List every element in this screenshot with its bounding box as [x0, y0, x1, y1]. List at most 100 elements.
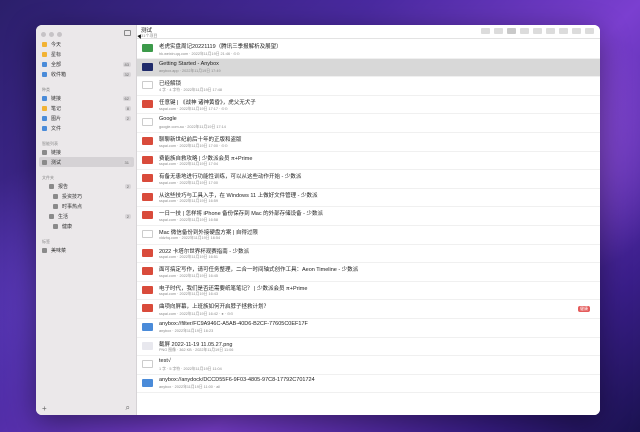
- item-meta: sspai.com · 2022年11月19日 17:04: [159, 162, 219, 167]
- favicon-icon: [142, 118, 153, 127]
- item-meta: anybox · 2022年11月19日 16:23: [159, 329, 214, 334]
- sidebar-item[interactable]: 美味菜: [39, 245, 134, 255]
- favicon-icon: [142, 267, 153, 276]
- grid-view-icon[interactable]: [520, 28, 529, 34]
- favicon-icon: [142, 360, 153, 369]
- item-count-badge: 83: [122, 61, 131, 67]
- item-count: 31个项目: [141, 32, 158, 38]
- item-title: 有备无患地进行功能性训练，可以从这些动作开始 - 少数派: [159, 174, 302, 181]
- minimize-button[interactable]: [49, 32, 54, 37]
- item-title: Google: [159, 116, 177, 123]
- add-button[interactable]: +: [42, 404, 47, 413]
- item-title: anybox://anydock/DCCD55F6-9F03-4805-97C8…: [159, 376, 315, 383]
- sidebar-item[interactable]: 全部 83: [39, 59, 134, 69]
- favicon-icon: [142, 285, 153, 294]
- list-item[interactable]: Google google.com.au · 2022年11月19日 17:14: [137, 114, 600, 133]
- item-list: 老虎实盘周记20221119（腾讯三季报解析及展望） hk.weixin.qq.c…: [137, 40, 600, 415]
- item-meta: sspai.com · 2022年11月19日 16:43: [159, 292, 219, 297]
- tag-icon[interactable]: [481, 28, 490, 34]
- favicon-icon: [142, 248, 153, 257]
- sidebar-item-label: 生活: [58, 213, 69, 220]
- sidebar-item[interactable]: 测试 31: [39, 157, 134, 167]
- main-pane: 测试 31个项目 老虎实盘周记20221119（腾讯三季报解析及展望） hk.we…: [137, 25, 600, 415]
- sidebar-item[interactable]: 报告 2: [39, 181, 134, 191]
- list-item[interactable]: 2022 卡塔尔世界杯观赛指南 - 少数派 sspai.com · 2022年11…: [137, 245, 600, 264]
- item-title: 聊聊新世纪前后十年的正版和盗版: [159, 136, 242, 143]
- item-meta: hk.weixin.qq.com · 2022年11月19日 21:46 · ⊙…: [159, 51, 240, 56]
- sidebar-item[interactable]: 投资技巧: [39, 191, 134, 201]
- tray-icon: [42, 61, 47, 67]
- sidebar-item[interactable]: 生活 2: [39, 211, 134, 221]
- list-item[interactable]: 面可搞定写作，请可任务整理，二合一时间轴式创作工具：Aeon Timeline …: [137, 263, 600, 282]
- sidebar-item-label: 今天: [51, 41, 62, 48]
- window-controls: [41, 32, 62, 37]
- tag-badge[interactable]: 健康: [578, 306, 590, 313]
- list-item[interactable]: 费能族自救攻略 | 少数派会员 π+Prime sspai.com · 2022年…: [137, 152, 600, 171]
- sidebar-item-label: 测试: [51, 159, 62, 166]
- more-icon[interactable]: [585, 28, 594, 34]
- item-count-badge: 32: [122, 71, 131, 77]
- filter-icon[interactable]: [494, 28, 503, 34]
- sidebar-item[interactable]: 星标: [39, 49, 134, 59]
- item-meta: sspai.com · 2022年11月19日 16:42 · ● · ⊙⊙: [159, 311, 234, 316]
- sort-icon[interactable]: [546, 28, 555, 34]
- list-item[interactable]: 一日一技 | 怎样将 iPhone 备份保存到 Mac 的外部存储设备 - 少数…: [137, 207, 600, 226]
- sidebar-item[interactable]: 笔记 8: [39, 103, 134, 113]
- item-title: 老虎实盘周记20221119（腾讯三季报解析及展望）: [159, 44, 282, 50]
- list-item[interactable]: 聊聊新世纪前后十年的正版和盗版 sspai.com · 2022年11月19日 1…: [137, 133, 600, 152]
- link-icon[interactable]: [572, 28, 581, 34]
- sidebar-item[interactable]: 收件箱 32: [39, 69, 134, 79]
- list-item[interactable]: 从这些技巧与工具入手，在 Windows 11 上做好文件管理 - 少数派 ssp…: [137, 189, 600, 208]
- list-item[interactable]: 已经解锁 4 字 · 4 字符 · 2022年11月19日 17:48: [137, 77, 600, 96]
- sidebar-item-label: 投资技巧: [62, 193, 83, 200]
- item-title: 从这些技巧与工具入手，在 Windows 11 上做好文件管理 - 少数派: [159, 192, 318, 199]
- list-view-icon[interactable]: [507, 28, 516, 34]
- sun-icon: [42, 41, 47, 47]
- list-item[interactable]: anybox://filter/FC9A946C-A5AB-40D6-B2CF-…: [137, 319, 600, 338]
- sidebar-item[interactable]: 链接 62: [39, 93, 134, 103]
- folder-icon: [49, 183, 54, 189]
- sidebar-item[interactable]: 今天: [39, 39, 134, 49]
- zoom-button[interactable]: [57, 32, 62, 37]
- list-item[interactable]: Mac 微信备份到外接硬盘方案 | 自得过限 xldzhq.com · 2022年…: [137, 226, 600, 245]
- item-meta: sspai.com · 2022年11月19日 16:59: [159, 199, 219, 204]
- favicon-icon: [142, 44, 153, 52]
- item-meta: xldzhq.com · 2022年11月19日 16:54: [159, 236, 221, 241]
- item-count-badge: 2: [124, 115, 131, 121]
- list-item[interactable]: test√ 1 字 · 5 字符 · 2022年11月19日 11:04: [137, 356, 600, 375]
- item-meta: anybox.app · 2022年11月19日 17:49: [159, 69, 221, 74]
- share-icon[interactable]: [559, 28, 568, 34]
- folder-icon: [53, 203, 58, 209]
- item-title: Mac 微信备份到外接硬盘方案 | 自得过限: [159, 229, 258, 236]
- sidebar-item[interactable]: 图片 2: [39, 113, 134, 123]
- list-item[interactable]: 电子时代，我们是否还需要纸笔笔记？ | 少数派会员 π+Prime sspai.c…: [137, 282, 600, 301]
- smart-list-icon: [42, 149, 47, 155]
- toolbar: 测试 31个项目: [137, 25, 600, 39]
- favicon-icon: [142, 211, 153, 220]
- tag-icon: [42, 247, 47, 253]
- close-button[interactable]: [41, 32, 46, 37]
- sidebar-item[interactable]: 文件: [39, 123, 134, 133]
- sidebar-item[interactable]: 链接: [39, 147, 134, 157]
- sidebar-item-label: 链接: [51, 95, 62, 102]
- star-icon: [42, 51, 47, 57]
- list-item[interactable]: 曲项向屏幕，上班族如何开启脖子拯救计划？ sspai.com · 2022年11月…: [137, 300, 600, 319]
- list-item[interactable]: 有备无患地进行功能性训练，可以从这些动作开始 - 少数派 sspai.com · …: [137, 170, 600, 189]
- sidebar-item[interactable]: 时事热点: [39, 201, 134, 211]
- sidebar-item[interactable]: 健康: [39, 221, 134, 231]
- search-icon[interactable]: ⌕: [126, 403, 130, 413]
- sidebar-toggle-icon[interactable]: [124, 30, 131, 36]
- favicon-icon: [142, 192, 153, 201]
- favicon-icon: [142, 99, 153, 108]
- list-item[interactable]: Getting Started - Anybox anybox.app · 202…: [137, 58, 600, 78]
- sidebar-item-label: 链接: [51, 149, 62, 156]
- item-count-badge: 31: [122, 159, 131, 165]
- list-item[interactable]: 老虎实盘周记20221119（腾讯三季报解析及展望） hk.weixin.qq.c…: [137, 40, 600, 59]
- item-meta: sspai.com · 2022年11月19日 17:00 · ⊙⊙: [159, 144, 228, 149]
- list-item[interactable]: 截屏 2022-11-19 11.05.27.png PNG 图像 · 362 K…: [137, 338, 600, 357]
- list-item[interactable]: 任意键 | 《战神 诸神黄昏》，虎父无犬子 sspai.com · 2022年11…: [137, 96, 600, 115]
- list-item[interactable]: anybox://anydock/DCCD55F6-9F03-4805-97C8…: [137, 375, 600, 394]
- card-view-icon[interactable]: [533, 28, 542, 34]
- sidebar-section-heading: 智能列表: [42, 141, 58, 146]
- folder-icon: [53, 193, 58, 199]
